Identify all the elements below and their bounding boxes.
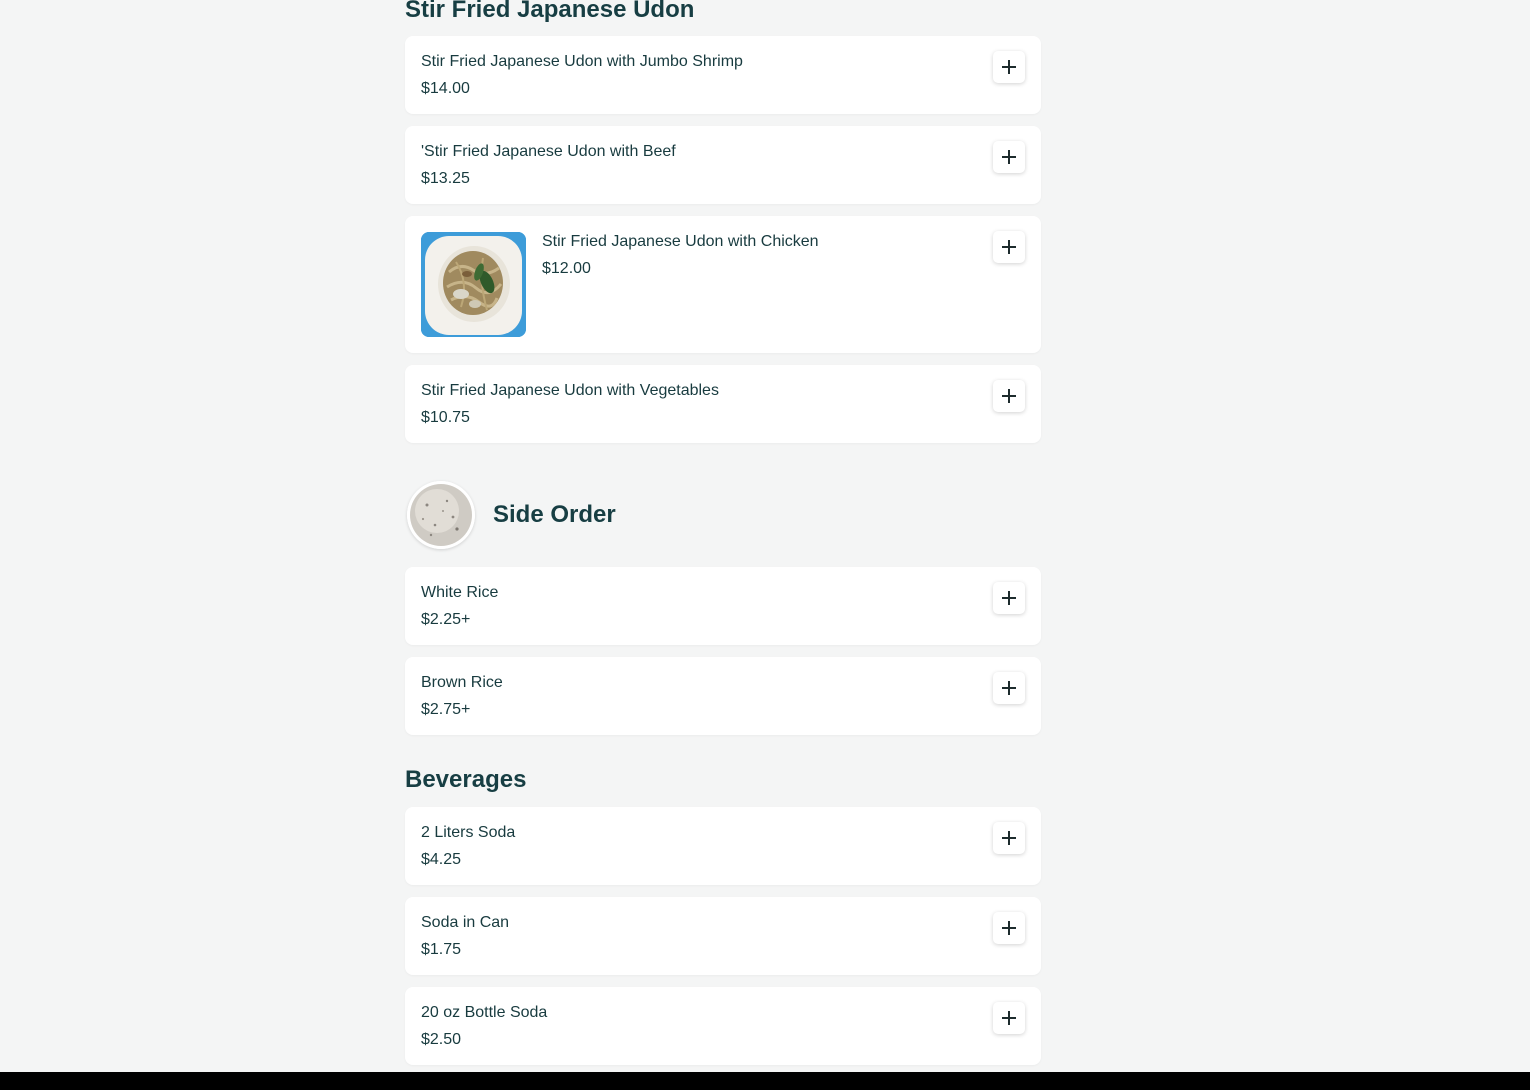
menu-item-card[interactable]: 'Stir Fried Japanese Udon with Beef $13.…	[405, 126, 1041, 204]
item-name: Brown Rice	[421, 674, 503, 691]
item-price: $2.50	[421, 1031, 462, 1048]
section-title-side-order: Side Order	[493, 501, 616, 528]
item-price: $2.25+	[421, 611, 471, 628]
add-item-button[interactable]	[993, 380, 1025, 412]
plus-icon	[1002, 389, 1016, 403]
side-order-header: Side Order	[405, 477, 1041, 553]
item-price: $14.00	[421, 80, 470, 97]
side-order-image	[407, 481, 475, 549]
bottom-bar	[0, 1072, 1530, 1090]
add-item-button[interactable]	[993, 912, 1025, 944]
item-name: 'Stir Fried Japanese Udon with Beef	[421, 143, 676, 160]
section-title-beverages: Beverages	[405, 766, 527, 793]
white-rice-image	[407, 481, 475, 549]
menu-item-card[interactable]: 20 oz Bottle Soda $2.50	[405, 987, 1041, 1065]
plus-icon	[1002, 921, 1016, 935]
udon-chicken-image	[421, 232, 526, 337]
menu-item-card[interactable]: Stir Fried Japanese Udon with Chicken $1…	[405, 216, 1041, 353]
menu-item-card[interactable]: Stir Fried Japanese Udon with Vegetables…	[405, 365, 1041, 443]
plus-icon	[1002, 681, 1016, 695]
plus-icon	[1002, 591, 1016, 605]
plus-icon	[1002, 60, 1016, 74]
menu-item-card[interactable]: 2 Liters Soda $4.25	[405, 807, 1041, 885]
menu-item-card[interactable]: White Rice $2.25+	[405, 567, 1041, 645]
add-item-button[interactable]	[993, 582, 1025, 614]
item-name: 2 Liters Soda	[421, 824, 516, 841]
add-item-button[interactable]	[993, 231, 1025, 263]
item-name: Stir Fried Japanese Udon with Chicken	[542, 233, 819, 250]
menu-item-card[interactable]: Brown Rice $2.75+	[405, 657, 1041, 735]
plus-icon	[1002, 1011, 1016, 1025]
plus-icon	[1002, 831, 1016, 845]
item-name: Soda in Can	[421, 914, 510, 931]
add-item-button[interactable]	[993, 672, 1025, 704]
item-price: $1.75	[421, 941, 462, 958]
plus-icon	[1002, 240, 1016, 254]
section-title-udon: Stir Fried Japanese Udon	[405, 0, 695, 23]
item-name: White Rice	[421, 584, 499, 601]
item-price: $13.25	[421, 170, 470, 187]
item-price: $12.00	[542, 260, 591, 277]
item-name: Stir Fried Japanese Udon with Jumbo Shri…	[421, 53, 743, 70]
add-item-button[interactable]	[993, 51, 1025, 83]
menu-item-card[interactable]: Stir Fried Japanese Udon with Jumbo Shri…	[405, 36, 1041, 114]
item-photo[interactable]	[421, 232, 526, 337]
add-item-button[interactable]	[993, 1002, 1025, 1034]
item-price: $2.75+	[421, 701, 471, 718]
item-price: $10.75	[421, 409, 470, 426]
plus-icon	[1002, 150, 1016, 164]
add-item-button[interactable]	[993, 822, 1025, 854]
item-name: 20 oz Bottle Soda	[421, 1004, 548, 1021]
item-price: $4.25	[421, 851, 462, 868]
item-name: Stir Fried Japanese Udon with Vegetables	[421, 382, 719, 399]
menu-item-card[interactable]: Soda in Can $1.75	[405, 897, 1041, 975]
add-item-button[interactable]	[993, 141, 1025, 173]
